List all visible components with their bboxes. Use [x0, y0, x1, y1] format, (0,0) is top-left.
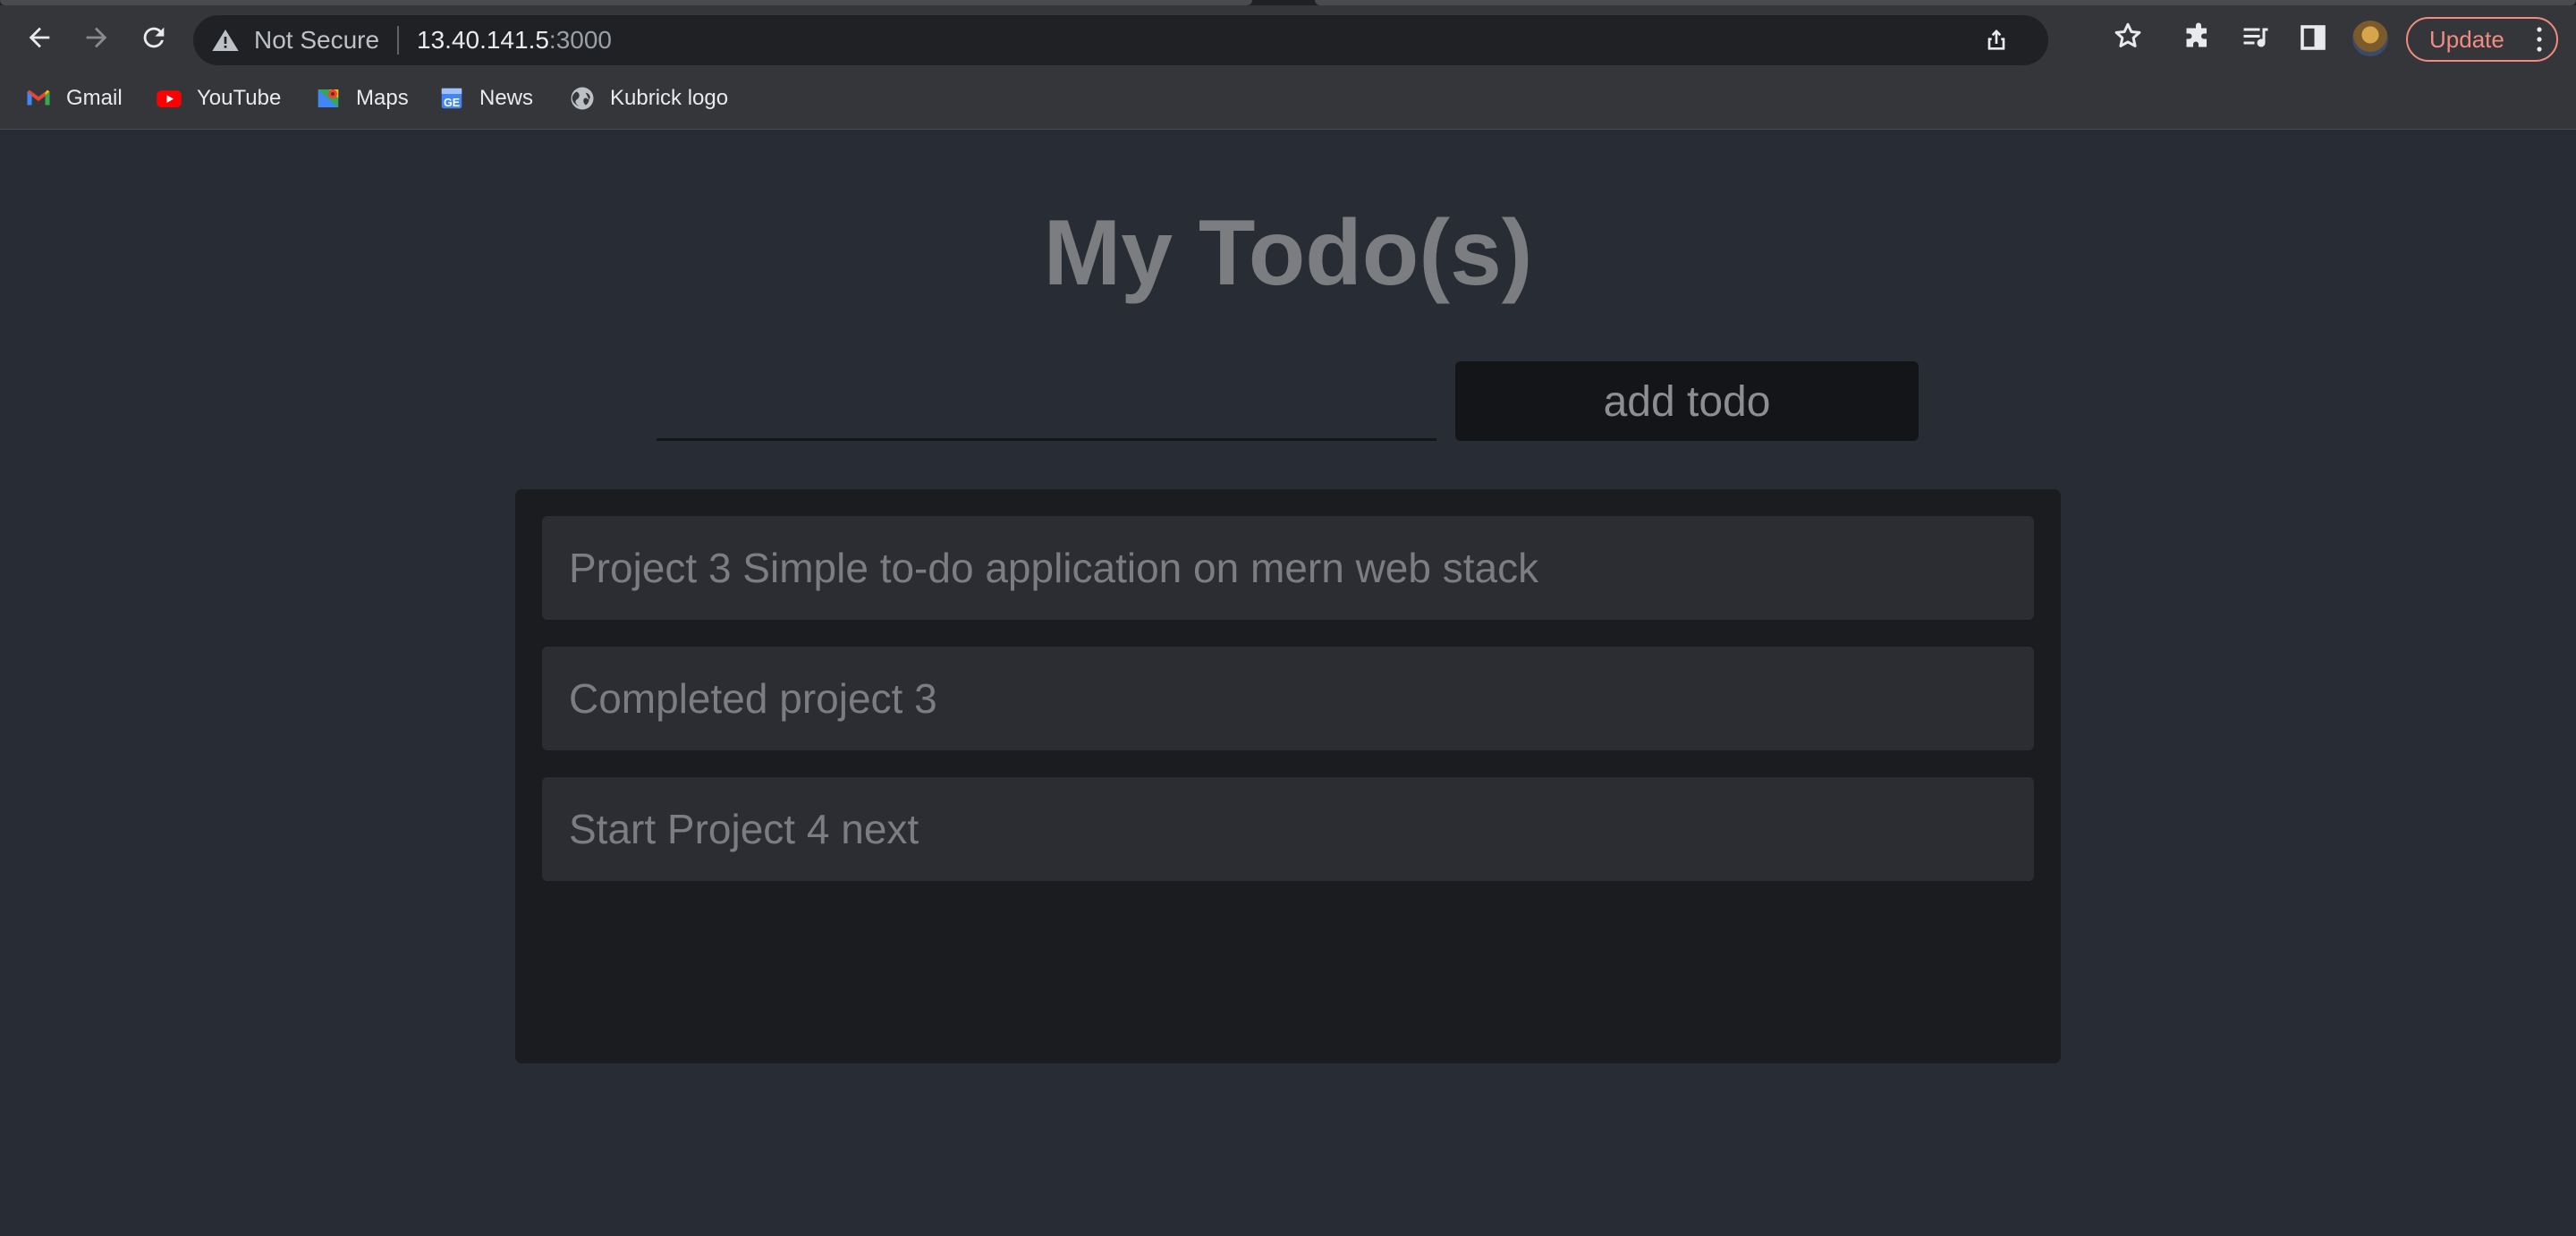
url-port: :3000: [548, 26, 612, 54]
update-label: Update: [2429, 26, 2504, 53]
bookmark-youtube[interactable]: YouTube: [156, 82, 281, 114]
toolbar: Not Secure 13.40.141.5:3000 Update: [0, 5, 2576, 70]
bookmark-news[interactable]: GE News: [438, 82, 533, 114]
url-host: 13.40.141.5: [417, 26, 549, 54]
security-status[interactable]: Not Secure: [254, 26, 379, 55]
maps-icon: [318, 89, 339, 107]
reload-button[interactable]: [131, 14, 177, 61]
bookmark-label: Maps: [356, 86, 409, 110]
omnibox-divider: [397, 26, 399, 55]
extensions-icon[interactable]: [2182, 21, 2215, 54]
news-icon: GE: [441, 88, 462, 109]
bookmark-label: Kubrick logo: [610, 86, 729, 110]
youtube-icon: [157, 90, 182, 107]
reload-icon: [143, 27, 165, 48]
star-icon[interactable]: [2112, 20, 2144, 52]
forward-icon: [86, 27, 107, 48]
bookmark-label: YouTube: [197, 86, 282, 110]
avatar[interactable]: [2352, 21, 2388, 56]
bookmark-maps[interactable]: Maps: [315, 82, 409, 114]
page-title: My Todo(s): [1043, 201, 1533, 305]
update-button[interactable]: Update: [2406, 17, 2558, 62]
todo-item[interactable]: Start Project 4 next: [542, 777, 2034, 881]
share-icon[interactable]: [1982, 26, 2011, 55]
gmail-icon: [27, 89, 50, 106]
todo-list: Project 3 Simple to-do application on me…: [515, 489, 2061, 1063]
bookmarks-bar: Gmail YouTube Maps GE News Kubrick logo: [0, 79, 2576, 118]
kebab-menu-icon: [2537, 27, 2542, 52]
todo-item[interactable]: Completed project 3: [542, 647, 2034, 750]
add-todo-button[interactable]: add todo: [1455, 361, 1919, 441]
forward-button[interactable]: [73, 14, 120, 61]
url-text[interactable]: 13.40.141.5:3000: [417, 26, 612, 55]
bookmark-gmail[interactable]: Gmail: [25, 82, 123, 114]
bookmark-kubrick-logo[interactable]: Kubrick logo: [569, 82, 728, 114]
warning-icon: [212, 30, 239, 51]
bookmark-label: Gmail: [66, 86, 123, 110]
browser-chrome: Not Secure 13.40.141.5:3000 Update Gmail…: [0, 0, 2576, 130]
todo-input[interactable]: [657, 362, 1436, 441]
todo-item[interactable]: Project 3 Simple to-do application on me…: [542, 516, 2034, 620]
globe-icon: [571, 87, 594, 110]
todo-app: My Todo(s) add todo Project 3 Simple to-…: [0, 130, 2576, 1236]
svg-text:GE: GE: [444, 97, 460, 109]
back-icon: [29, 27, 50, 48]
back-button[interactable]: [16, 14, 63, 61]
side-panel-icon[interactable]: [2297, 21, 2329, 54]
bookmark-label: News: [479, 86, 534, 110]
media-icon[interactable]: [2240, 21, 2272, 54]
address-bar[interactable]: Not Secure 13.40.141.5:3000: [193, 15, 2048, 65]
